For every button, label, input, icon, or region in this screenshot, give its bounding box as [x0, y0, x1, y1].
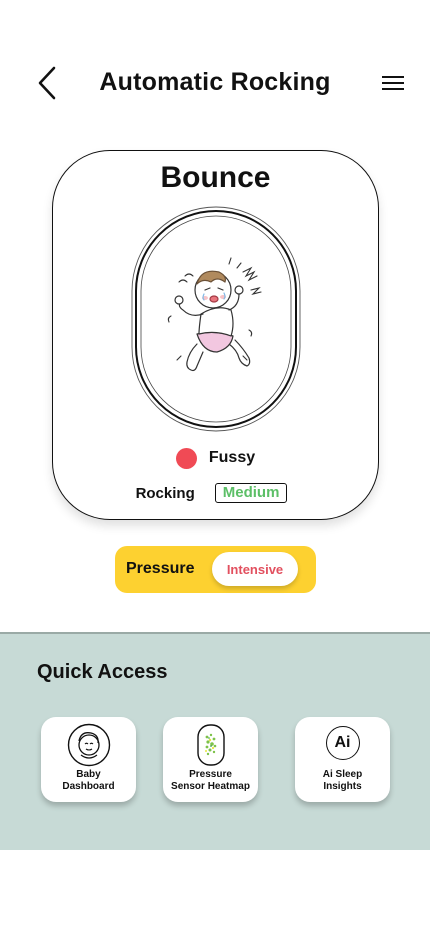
- menu-button[interactable]: [378, 68, 408, 98]
- rocking-value-badge[interactable]: Medium: [214, 483, 288, 503]
- baby-face-icon: [67, 723, 110, 767]
- quick-access-title: Quick Access: [37, 661, 168, 683]
- page-title: Automatic Rocking: [99, 68, 331, 96]
- rocking-mode-card: Bounce Fussy Rocking Medium: [52, 150, 379, 520]
- hamburger-menu-icon: [382, 76, 404, 90]
- crib-illustration: [131, 206, 301, 432]
- ai-sleep-insights-label: Ai Sleep Insights: [322, 769, 363, 792]
- mode-title: Bounce: [160, 161, 271, 194]
- rocking-level: Rocking Medium: [53, 482, 378, 504]
- baby-status: Fussy: [53, 447, 378, 469]
- pressure-value-chip[interactable]: Intensive: [212, 552, 298, 586]
- crying-baby-icon: [174, 270, 251, 372]
- baby-dashboard-label: Baby Dashboard: [62, 769, 115, 792]
- pressure-heatmap-label: Pressure Sensor Heatmap: [171, 769, 250, 792]
- heatmap-mattress-icon: [196, 724, 225, 766]
- status-indicator-dot: [175, 447, 197, 469]
- status-label: Fussy: [208, 449, 256, 466]
- ai-icon-text: Ai: [325, 726, 360, 760]
- pressure-label: Pressure: [126, 560, 195, 577]
- pressure-heatmap-button[interactable]: Pressure Sensor Heatmap: [163, 717, 258, 802]
- quick-access-panel: Quick Access Baby Dashboard Pressure Sen…: [0, 632, 430, 850]
- rocking-label: Rocking: [135, 484, 195, 502]
- baby-dashboard-button[interactable]: Baby Dashboard: [41, 717, 136, 802]
- ai-sleep-insights-button[interactable]: Ai Ai Sleep Insights: [295, 717, 390, 802]
- header: Automatic Rocking: [0, 60, 430, 106]
- ai-icon: Ai: [325, 726, 360, 760]
- pressure-toggle[interactable]: Pressure Intensive: [115, 546, 316, 593]
